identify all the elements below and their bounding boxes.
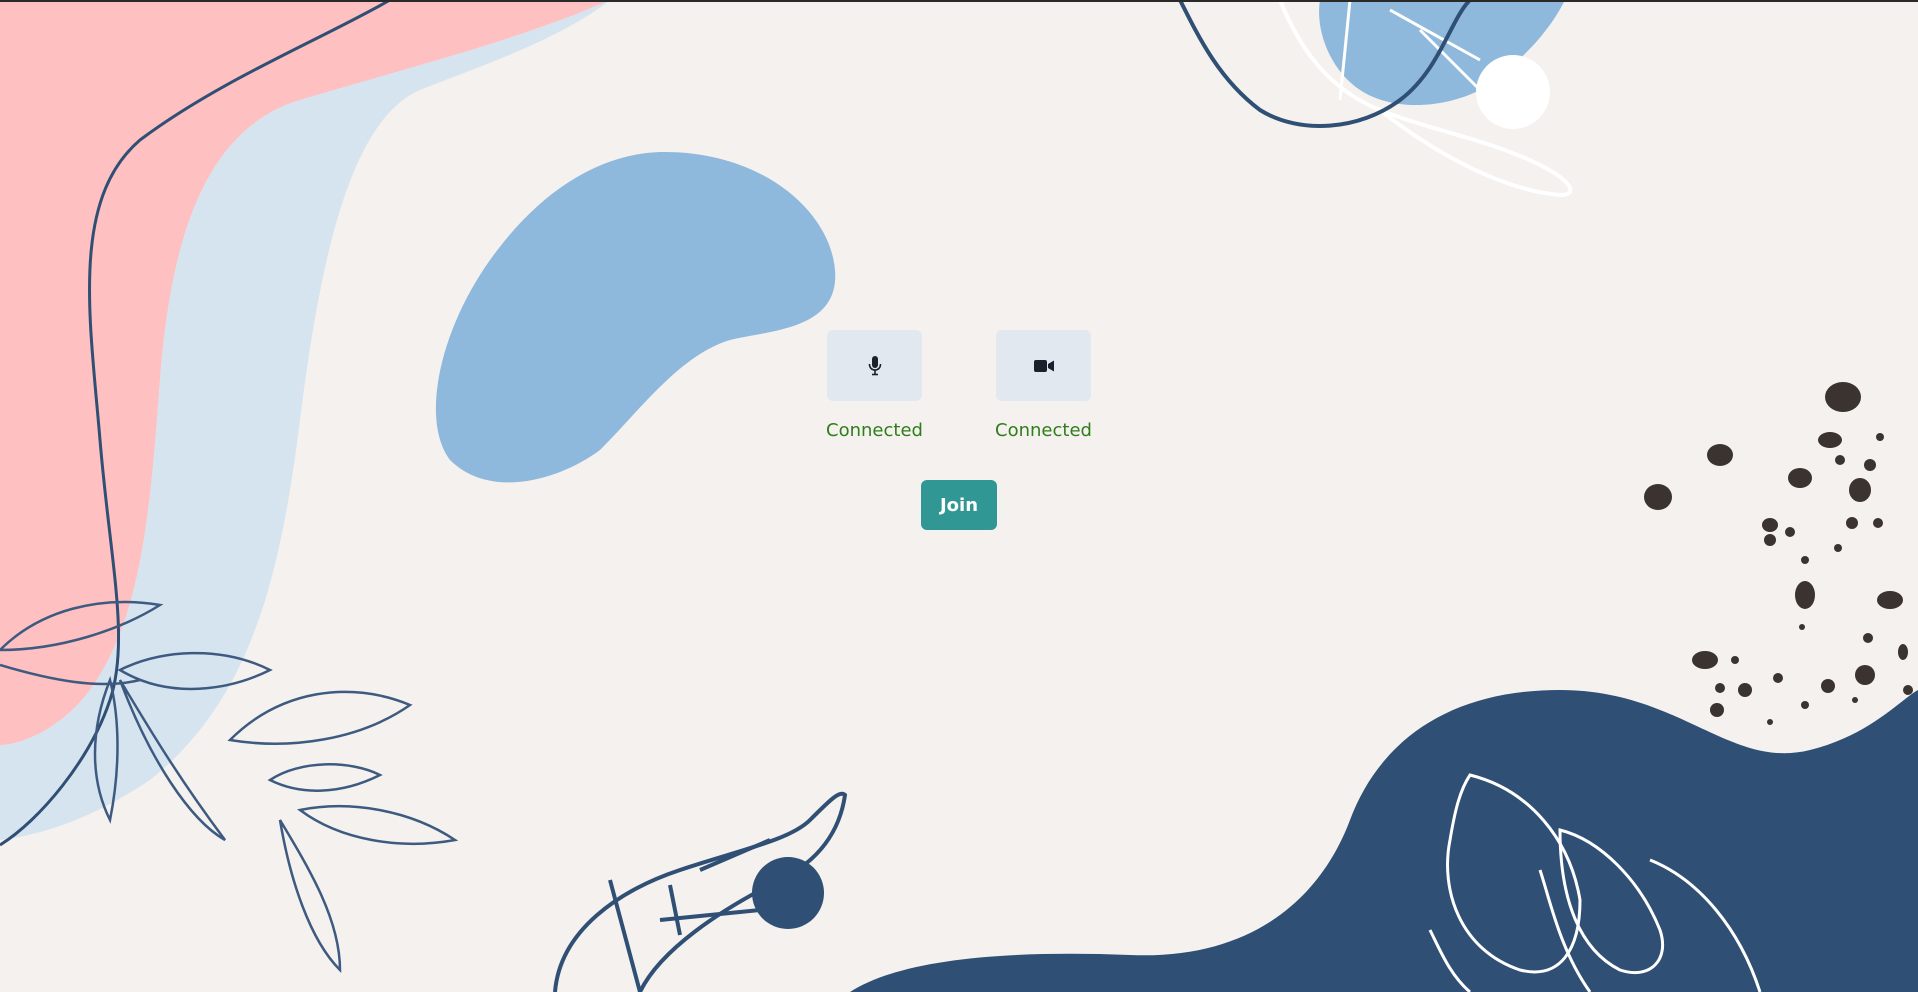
- top-border: [0, 0, 1918, 2]
- blue-blob: [435, 151, 836, 483]
- microphone-control: Connected: [826, 330, 923, 442]
- join-button[interactable]: Join: [921, 480, 997, 530]
- camera-control: Connected: [995, 330, 1092, 442]
- camera-button[interactable]: [996, 330, 1091, 401]
- microphone-status: Connected: [826, 420, 923, 441]
- video-camera-icon: [1033, 359, 1054, 372]
- microphone-button[interactable]: [827, 330, 922, 401]
- lobby-screen: Connected Connected Join: [0, 0, 1918, 992]
- navy-wave-bottom-right: [850, 690, 1918, 992]
- white-dot: [1476, 55, 1550, 129]
- dark-dots: [1644, 382, 1913, 725]
- navy-dot: [752, 857, 824, 929]
- microphone-icon: [868, 355, 881, 375]
- camera-status: Connected: [995, 420, 1092, 441]
